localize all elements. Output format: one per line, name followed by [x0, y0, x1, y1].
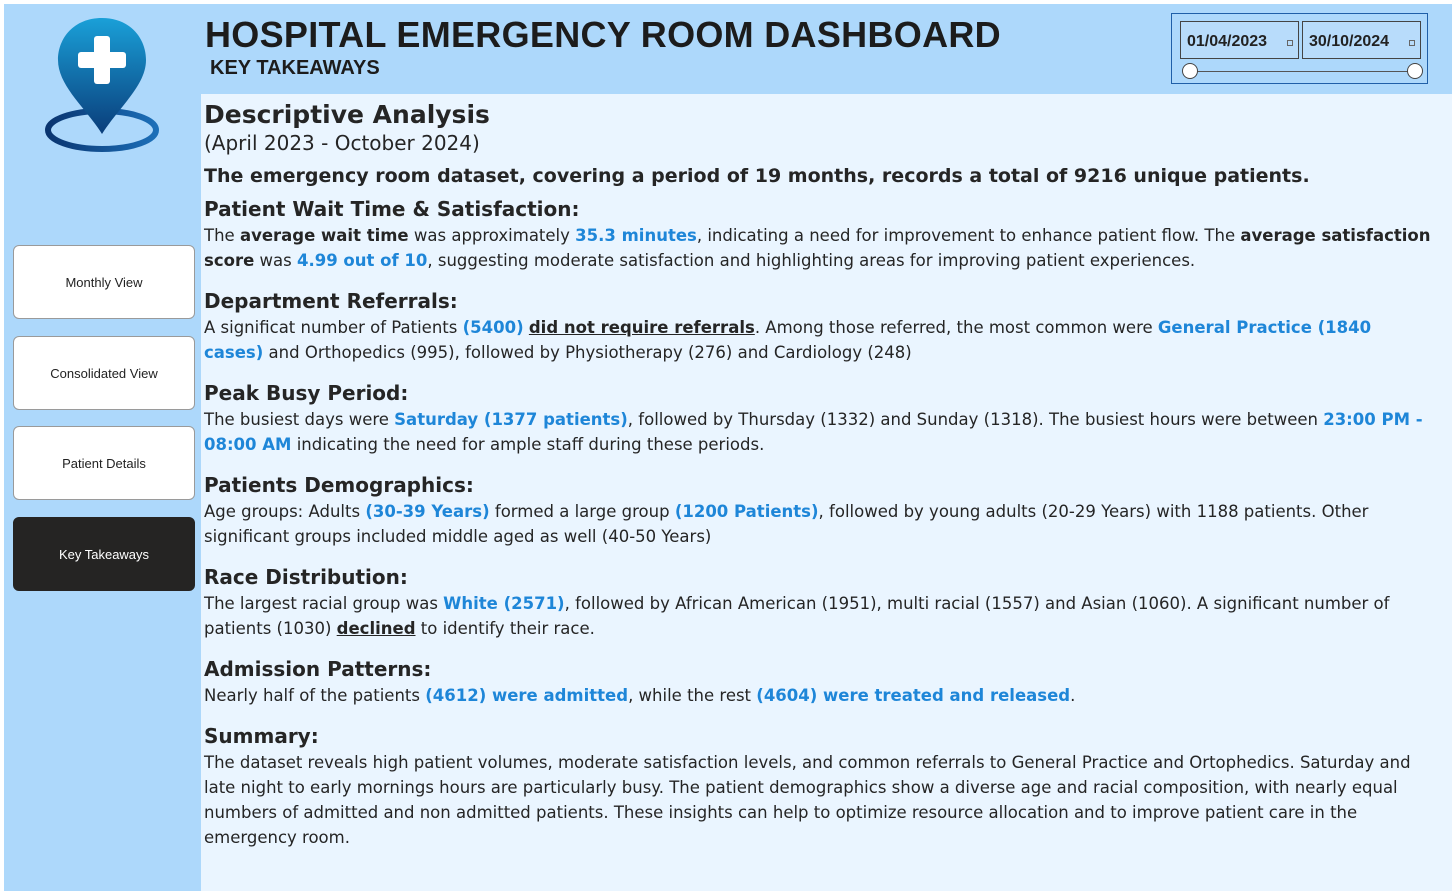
calendar-icon[interactable]: [1409, 40, 1415, 46]
end-date-input[interactable]: 30/10/2024: [1302, 21, 1421, 59]
start-date-input[interactable]: 01/04/2023: [1180, 21, 1299, 59]
race-paragraph: The largest racial group was White (2571…: [204, 594, 1390, 638]
summary-paragraph: The dataset reveals high patient volumes…: [204, 753, 1411, 847]
page-subtitle: KEY TAKEAWAYS: [210, 57, 380, 79]
admission-title: Admission Patterns:: [204, 657, 432, 681]
consolidated-view-button[interactable]: Consolidated View: [13, 336, 195, 410]
start-date-value: 01/04/2023: [1187, 33, 1268, 50]
start-slider-handle[interactable]: [1182, 63, 1198, 79]
nav-label: Monthly View: [65, 274, 143, 290]
dashboard-title: HOSPITAL EMERGENCY ROOM DASHBOARD: [205, 14, 1001, 55]
date-slider-track[interactable]: [1189, 71, 1415, 72]
monthly-view-button[interactable]: Monthly View: [13, 245, 195, 319]
referrals-title: Department Referrals:: [204, 289, 458, 313]
peak-title: Peak Busy Period:: [204, 381, 409, 405]
hospital-location-icon: [45, 18, 159, 152]
nav-label: Consolidated View: [50, 365, 158, 381]
key-takeaways-text: Descriptive Analysis (April 2023 - Octob…: [204, 100, 1434, 850]
race-title: Race Distribution:: [204, 565, 408, 589]
dataset-summary: The emergency room dataset, covering a p…: [204, 165, 1310, 187]
nav-label: Key Takeaways: [58, 546, 150, 562]
key-takeaways-button[interactable]: Key Takeaways: [13, 517, 195, 591]
end-slider-handle[interactable]: [1407, 63, 1423, 79]
demographics-title: Patients Demographics:: [204, 473, 474, 497]
peak-paragraph: The busiest days were Saturday (1377 pat…: [204, 410, 1423, 454]
date-range-slicer: 01/04/2023 30/10/2024: [1171, 13, 1428, 84]
end-date-value: 30/10/2024: [1309, 33, 1390, 50]
wait-time-paragraph: The average wait time was approximately …: [204, 226, 1431, 270]
demographics-paragraph: Age groups: Adults (30-39 Years) formed …: [204, 502, 1369, 546]
wait-time-title: Patient Wait Time & Satisfaction:: [204, 197, 580, 221]
admission-paragraph: Nearly half of the patients (4612) were …: [204, 686, 1076, 705]
section-heading: Descriptive Analysis: [204, 100, 490, 129]
patient-details-button[interactable]: Patient Details: [13, 426, 195, 500]
analysis-period: (April 2023 - October 2024): [204, 131, 480, 155]
referrals-paragraph: A significat number of Patients (5400) d…: [204, 318, 1372, 362]
calendar-icon[interactable]: [1287, 40, 1293, 46]
nav-label: Patient Details: [62, 455, 146, 471]
summary-title: Summary:: [204, 724, 319, 748]
